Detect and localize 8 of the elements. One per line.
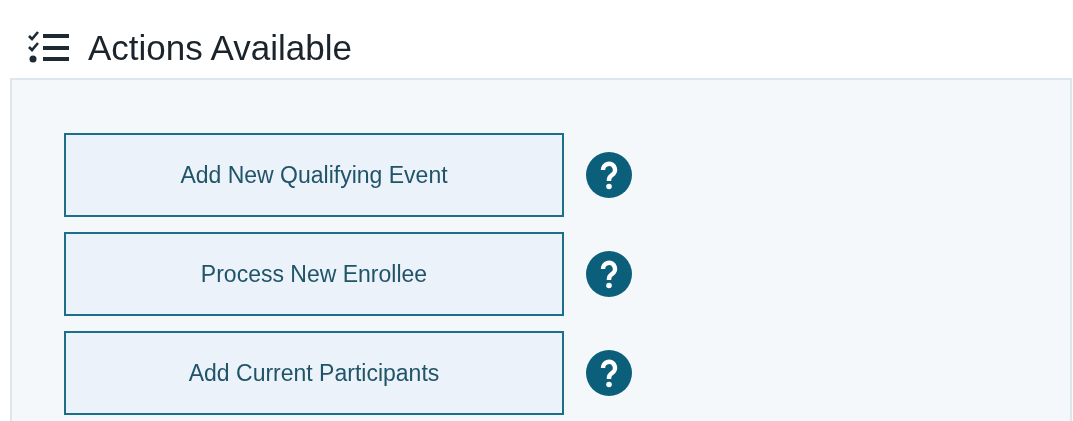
action-button[interactable]: Process New Enrollee <box>64 232 564 316</box>
section-title: Actions Available <box>88 28 352 68</box>
help-icon[interactable] <box>586 251 632 297</box>
help-icon[interactable] <box>586 350 632 396</box>
action-button[interactable]: Add New Qualifying Event <box>64 133 564 217</box>
action-button[interactable]: Add Current Participants <box>64 331 564 415</box>
help-icon[interactable] <box>586 152 632 198</box>
checklist-icon <box>28 31 70 65</box>
